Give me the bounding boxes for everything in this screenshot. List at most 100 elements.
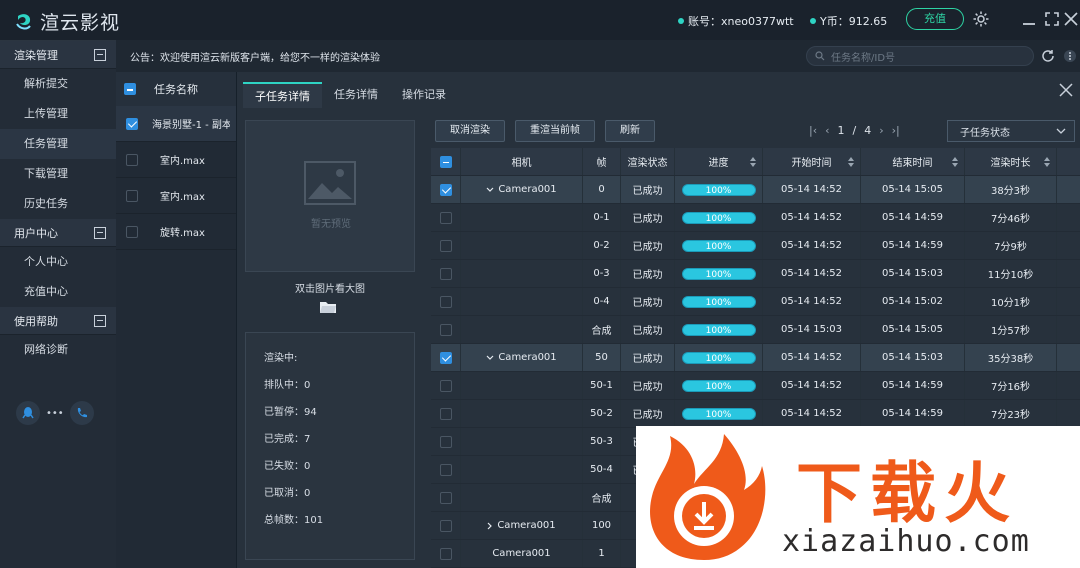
row-checkbox-cell [431, 512, 461, 539]
sidebar-item-history[interactable]: 历史任务 [0, 189, 116, 219]
select-all-subtasks-checkbox[interactable] [439, 155, 452, 168]
sidebar-item-network[interactable]: 网络诊断 [0, 335, 116, 365]
app-window: 渲云影视 账号：xneo0377wtt Y币：912.65 充值 渲染管理 解析… [0, 0, 1080, 568]
sidebar-item-upload[interactable]: 上传管理 [0, 99, 116, 129]
refresh-icon[interactable] [1040, 48, 1056, 64]
table-row[interactable]: Camera001 50 已成功 100% 05-14 14:52 05-14 15:03… [431, 344, 1080, 372]
col-duration[interactable]: 渲染时长 [965, 148, 1057, 175]
expand-down-icon[interactable] [486, 187, 494, 193]
table-row[interactable]: 0-4 已成功 100% 05-14 14:52 05-14 15:02 10分1秒 [431, 288, 1080, 316]
gear-icon[interactable] [972, 10, 990, 28]
select-all-checkbox[interactable] [124, 83, 136, 95]
camera-cell: Camera001 [461, 176, 583, 203]
prev-page-icon[interactable]: ‹ [825, 124, 829, 137]
row-checkbox[interactable] [439, 295, 452, 308]
table-header: 相机 帧 渲染状态 进度 开始时间 结束时间 渲染时长 [431, 148, 1080, 176]
close-icon[interactable] [1062, 10, 1080, 28]
cloud-logo-icon [16, 13, 31, 29]
cancel-render-button[interactable]: 取消渲染 [435, 120, 505, 142]
task-row[interactable]: 海景别墅-1 - 副本 [116, 106, 236, 142]
row-checkbox[interactable] [439, 463, 452, 476]
row-checkbox-cell [431, 344, 461, 371]
folder-icon[interactable] [319, 300, 337, 314]
row-checkbox[interactable] [439, 323, 452, 336]
row-checkbox[interactable] [439, 547, 452, 560]
next-page-icon[interactable]: › [879, 124, 883, 137]
notice-text: 公告：欢迎使用渲云新版客户端，给您不一样的渲染体验 [130, 52, 380, 64]
expand-right-icon[interactable] [487, 522, 493, 530]
close-panel-icon[interactable] [1058, 82, 1074, 98]
task-row[interactable]: 室内.max [116, 142, 236, 178]
sidebar-item-tasks[interactable]: 任务管理 [0, 129, 116, 159]
more-icon[interactable] [1062, 48, 1078, 64]
collapse-icon[interactable] [94, 48, 106, 61]
tab-operation-log[interactable]: 操作记录 [390, 82, 458, 108]
qq-icon[interactable] [16, 401, 40, 425]
table-row[interactable]: 合成 已成功 100% 05-14 15:03 05-14 15:05 1分57秒 [431, 316, 1080, 344]
row-checkbox[interactable] [439, 351, 452, 364]
first-page-icon[interactable]: |‹ [809, 124, 817, 137]
sort-icon [750, 157, 756, 167]
row-checkbox[interactable] [439, 183, 452, 196]
task-name: 室内.max [160, 156, 205, 167]
collapse-icon[interactable] [94, 226, 106, 239]
row-checkbox-cell [431, 232, 461, 259]
row-checkbox[interactable] [439, 379, 452, 392]
task-row[interactable]: 室内.max [116, 178, 236, 214]
refresh-button[interactable]: 刷新 [605, 120, 655, 142]
task-checkbox[interactable] [126, 117, 138, 130]
sidebar-item-parse-submit[interactable]: 解析提交 [0, 69, 116, 99]
task-checkbox[interactable] [126, 225, 138, 238]
table-row[interactable]: 0-2 已成功 100% 05-14 14:52 05-14 14:59 7分9秒 [431, 232, 1080, 260]
recharge-button[interactable]: 充值 [906, 8, 964, 30]
col-frame[interactable]: 帧 [583, 148, 621, 175]
sidebar-group-user[interactable]: 用户中心 [0, 219, 116, 247]
row-checkbox[interactable] [439, 267, 452, 280]
sidebar-group-label: 使用帮助 [14, 314, 58, 328]
collapse-icon[interactable] [94, 314, 106, 327]
sidebar-group-help[interactable]: 使用帮助 [0, 307, 116, 335]
tab-subtask-detail[interactable]: 子任务详情 [243, 82, 322, 108]
row-checkbox[interactable] [439, 519, 452, 532]
row-checkbox[interactable] [439, 239, 452, 252]
task-row[interactable]: 旋转.max [116, 214, 236, 250]
subtask-status-value: 子任务状态 [960, 127, 1010, 139]
task-checkbox[interactable] [126, 153, 138, 166]
phone-icon[interactable] [69, 401, 94, 425]
row-checkbox[interactable] [439, 407, 452, 420]
tab-task-detail[interactable]: 任务详情 [322, 82, 390, 108]
sidebar-item-download[interactable]: 下载管理 [0, 159, 116, 189]
preview-image[interactable]: 暂无预览 [245, 120, 415, 272]
sidebar-item-profile[interactable]: 个人中心 [0, 247, 116, 277]
table-row[interactable]: 0-3 已成功 100% 05-14 14:52 05-14 15:03 11分10秒 [431, 260, 1080, 288]
table-row[interactable]: 50-2 已成功 100% 05-14 14:52 05-14 14:59 7分23秒 [431, 400, 1080, 428]
col-start-time[interactable]: 开始时间 [763, 148, 861, 175]
table-row[interactable]: Camera001 0 已成功 100% 05-14 14:52 05-14 15:05 3… [431, 176, 1080, 204]
row-checkbox[interactable] [439, 211, 452, 224]
subtask-status-select[interactable]: 子任务状态 [947, 120, 1075, 142]
row-checkbox-cell [431, 428, 461, 455]
last-page-icon[interactable]: ›| [892, 124, 900, 137]
sidebar-item-recharge[interactable]: 充值中心 [0, 277, 116, 307]
table-row[interactable]: 50-1 已成功 100% 05-14 14:52 05-14 14:59 7分16秒 [431, 372, 1080, 400]
search-box[interactable]: 任务名称/ID号 [806, 46, 1034, 66]
row-checkbox[interactable] [439, 435, 452, 448]
row-checkbox[interactable] [439, 491, 452, 504]
maximize-icon[interactable] [1043, 10, 1061, 28]
row-checkbox-cell [431, 288, 461, 315]
col-status[interactable]: 渲染状态 [621, 148, 675, 175]
sidebar-group-render[interactable]: 渲染管理 [0, 41, 116, 69]
action-buttons: 取消渲染 重渲当前帧 刷新 [435, 120, 655, 142]
col-duration-label: 渲染时长 [990, 158, 1031, 169]
rerender-frame-button[interactable]: 重渲当前帧 [515, 120, 595, 142]
col-camera[interactable]: 相机 [461, 148, 583, 175]
expand-down-icon[interactable] [486, 355, 494, 361]
minimize-icon[interactable] [1020, 10, 1038, 28]
stat-cancelled: 已取消：0 [264, 488, 311, 499]
status-cell: 已成功 [621, 204, 675, 231]
col-progress[interactable]: 进度 [675, 148, 763, 175]
col-end-time[interactable]: 结束时间 [861, 148, 965, 175]
table-row[interactable]: 0-1 已成功 100% 05-14 14:52 05-14 14:59 7分46秒 [431, 204, 1080, 232]
frame-cell: 50-2 [583, 400, 621, 427]
task-checkbox[interactable] [126, 189, 138, 202]
